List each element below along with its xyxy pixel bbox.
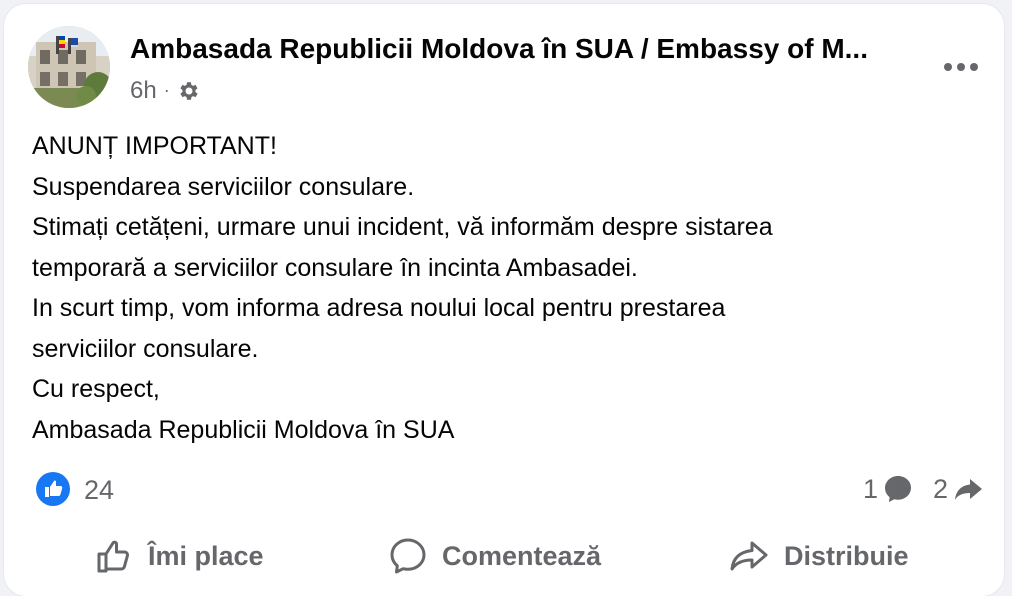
post-body-line: ANUNȚ IMPORTANT! [32,132,277,160]
comment-button[interactable]: Comentează [388,528,601,584]
share-arrow-icon [955,479,982,500]
comments-stat[interactable]: 1 [863,472,914,506]
share-icon [730,541,768,571]
more-options-button[interactable] [940,46,982,88]
comment-icon [390,538,426,574]
like-button[interactable]: Îmi place [94,528,264,584]
post-body-line: temporară a serviciilor consulare în inc… [32,253,638,282]
page-avatar[interactable] [28,26,110,108]
comment-button-label: Comentează [442,540,602,571]
shares-stat[interactable]: 2 [933,472,984,506]
reactions-count[interactable]: 24 [84,473,114,507]
post-header: Ambasada Republicii Moldova în SUA / Emb… [28,26,988,112]
comments-count: 1 [862,473,878,504]
post-body-line: In scurt timp, vom informa adresa noului… [32,294,726,322]
meta-separator: · [163,79,170,100]
page-title[interactable]: Ambasada Republicii Moldova în SUA / Emb… [130,30,920,68]
post-body: ANUNȚ IMPORTANT! Suspendarea serviciilor… [32,126,982,450]
post-timestamp[interactable]: 6h [130,77,157,105]
post-actions-bar: Îmi place Comentează Distribuie [28,528,988,584]
gear-icon[interactable] [177,79,201,103]
post-body-line: serviciilor consulare. [32,334,259,363]
post-body-line: Ambasada Republicii Moldova în SUA [32,415,455,444]
like-button-label: Îmi place [148,540,264,571]
share-button-label: Distribuie [784,540,909,571]
like-reaction-icon[interactable] [36,472,70,506]
comment-bubble-icon [885,476,911,502]
reactions-summary: 24 1 2 [32,466,984,516]
post-body-line: Stimați cetățeni, urmare unui incident, … [32,213,773,241]
post-body-line: Cu respect, [32,375,160,403]
shares-count: 2 [932,473,948,504]
post-meta: 6h · [130,76,201,106]
thumbs-up-icon [97,540,129,573]
post-card: Ambasada Republicii Moldova în SUA / Emb… [4,4,1004,596]
embassy-building-image [28,26,110,108]
post-body-line: Suspendarea serviciilor consulare. [32,172,415,201]
ellipsis-icon [944,63,978,71]
share-button[interactable]: Distribuie [728,528,909,584]
